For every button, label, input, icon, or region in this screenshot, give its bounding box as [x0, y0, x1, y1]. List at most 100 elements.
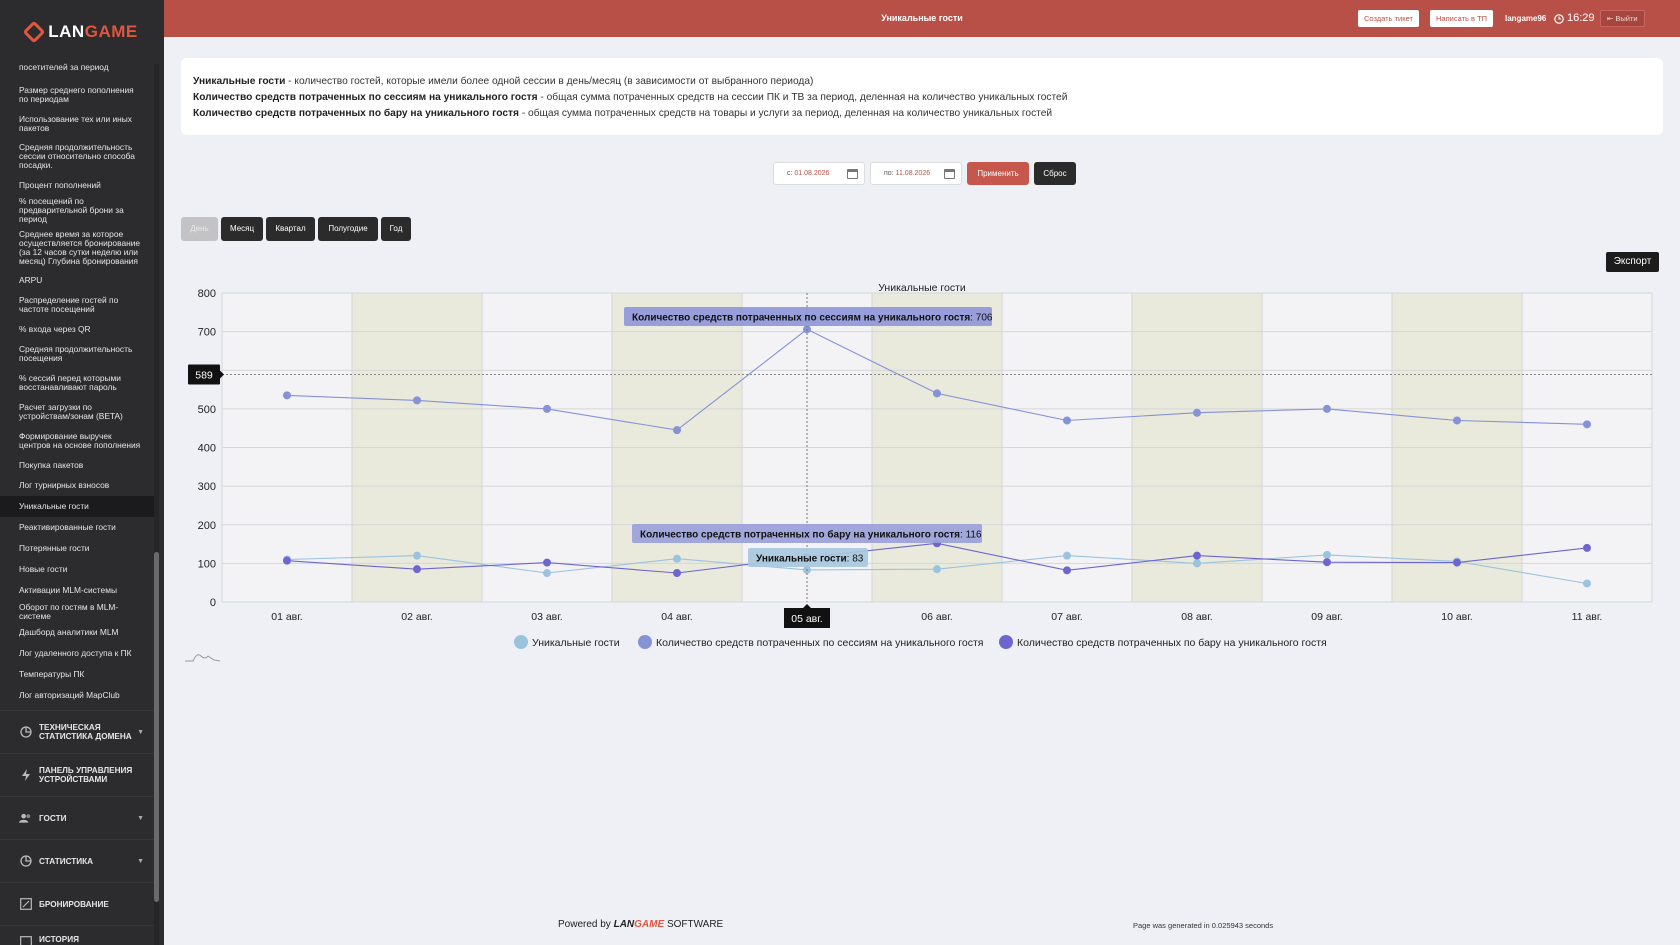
reset-button[interactable]: Сброс	[1034, 162, 1076, 185]
sidebar-section-booking[interactable]: БРОНИРОВАНИЕ	[0, 882, 154, 925]
sidebar-item-label: Температуры ПК	[19, 669, 85, 679]
sidebar-item[interactable]: Лог авторизаций MapClub	[0, 685, 154, 706]
y-tick-label: 100	[198, 558, 216, 570]
crosshair-value-arrow	[220, 370, 224, 379]
logo-icon	[22, 20, 46, 44]
export-button[interactable]: Экспорт	[1606, 252, 1659, 272]
date-from-field[interactable]: с: 01.08.2026	[773, 162, 865, 185]
data-point	[543, 404, 551, 413]
list-icon	[19, 935, 32, 945]
sidebar-item-label: Оборот по гостям в MLM-системе	[19, 601, 119, 621]
sidebar-item[interactable]: посетителей за период	[0, 60, 154, 74]
write-support-button[interactable]: Написать в ТП	[1430, 10, 1494, 27]
data-point	[1583, 420, 1591, 429]
sidebar-item-label: Покупка пакетов	[19, 459, 84, 470]
data-point	[543, 558, 551, 567]
data-point	[933, 389, 941, 398]
data-point	[413, 565, 421, 574]
sidebar-section-guests[interactable]: ГОСТИ ▼	[0, 796, 154, 839]
data-point	[413, 551, 421, 560]
apply-button[interactable]: Применить	[967, 162, 1029, 185]
sidebar-section-history[interactable]: ИСТОРИЯ	[0, 925, 154, 945]
data-point	[1583, 543, 1591, 552]
sidebar-item-label: Реактивированные гости	[19, 522, 116, 532]
sidebar-item[interactable]: Потерянные гости	[0, 538, 154, 559]
sidebar-item[interactable]: Оборот по гостям в MLM-системе	[0, 601, 154, 622]
sidebar-item[interactable]: Процент пополнений	[0, 175, 154, 196]
edit-icon	[19, 898, 32, 911]
create-ticket-button[interactable]: Создать тикет	[1358, 10, 1419, 27]
tooltip-text: Уникальные гости: 83	[756, 554, 864, 565]
tooltip-value: 83	[852, 554, 864, 565]
sidebar-item[interactable]: Расчет загрузки по устройствам/зонам (BE…	[0, 397, 154, 426]
sidebar-section-device-panel[interactable]: ПАНЕЛЬ УПРАВЛЕНИЯ УСТРОЙСТВАМИ	[0, 753, 154, 796]
data-point	[283, 555, 291, 564]
period-tab-year[interactable]: Год	[381, 217, 411, 241]
sidebar-item[interactable]: Уникальные гости	[0, 496, 154, 517]
x-tick-label: 05 авг.	[791, 611, 822, 623]
sidebar-item[interactable]: Средняя продолжительность посещения	[0, 339, 154, 368]
y-tick-label: 400	[198, 443, 216, 455]
legend-label: Количество средств потраченных по сессия…	[656, 637, 983, 649]
data-point	[1193, 408, 1201, 417]
series-line	[286, 554, 1588, 585]
period-tab-quarter[interactable]: Квартал	[266, 217, 315, 241]
tooltip-value: 116	[966, 530, 982, 541]
y-tick-label: 300	[198, 481, 216, 493]
tooltip-box	[748, 548, 868, 567]
sidebar-item[interactable]: Лог турнирных взносов	[0, 475, 154, 496]
logout-button[interactable]: ⇤ Выйти	[1600, 10, 1645, 27]
sidebar-item[interactable]: Покупка пакетов	[0, 455, 154, 475]
crosshair-value-box	[188, 364, 220, 385]
pie-chart-icon	[19, 855, 32, 868]
y-tick-label: 800	[198, 288, 216, 300]
data-point	[673, 426, 681, 435]
data-point	[673, 554, 681, 563]
data-point	[1063, 566, 1071, 575]
sidebar-item[interactable]: Формирование выручек центров на основе п…	[0, 426, 154, 455]
users-icon	[19, 812, 32, 825]
sidebar-item[interactable]: % входа через QR	[0, 319, 154, 339]
legend-label: Количество средств потраченных по бару н…	[1017, 637, 1327, 649]
sidebar-item[interactable]: ARPU	[0, 270, 154, 290]
sidebar-item[interactable]: Активации MLM-системы	[0, 580, 154, 601]
date-to-field[interactable]: по: 11.08.2026	[870, 162, 962, 185]
sidebar-item[interactable]: % посещений по предварительной брони за …	[0, 196, 154, 225]
sidebar-item-label: Средняя продолжительность посещения	[19, 343, 133, 363]
x-tick-label: 03 авг.	[531, 611, 562, 623]
sidebar-item[interactable]: Лог удаленного доступа к ПК	[0, 643, 154, 664]
period-tab-day[interactable]: День	[181, 217, 218, 241]
username[interactable]: langame96	[1505, 0, 1546, 37]
tooltip-series: Количество средств потраченных по сессия…	[632, 313, 970, 324]
sidebar-item[interactable]: Новые гости	[0, 559, 154, 580]
sidebar-item-label: Формирование выручек центров на основе п…	[19, 430, 141, 450]
logo[interactable]: LANGAME	[0, 0, 164, 64]
series-line	[286, 328, 1588, 431]
line-chart: 01 авг. 02 авг. 03 авг. 04 авг. 05 авг. 06 ав…	[185, 282, 1653, 662]
sidebar-item[interactable]: Распределение гостей по частоте посещени…	[0, 290, 154, 319]
sidebar-item[interactable]: Дашборд аналитики MLM	[0, 622, 154, 643]
sidebar-item[interactable]: Реактивированные гости	[0, 517, 154, 538]
sidebar-item-label: Потерянные гости	[19, 543, 90, 553]
sidebar-scrollbar-thumb[interactable]	[154, 552, 159, 902]
data-point	[803, 565, 811, 574]
sidebar-item[interactable]: Использование тех или иных пакетов	[0, 109, 154, 138]
sidebar-item-label: Процент пополнений	[19, 180, 101, 190]
series-line	[286, 542, 1588, 574]
calendar-icon[interactable]	[847, 169, 858, 179]
sidebar-section-tech-stats[interactable]: ТЕХНИЧЕСКАЯ СТАТИСТИКА ДОМЕНА ▼	[0, 710, 154, 753]
sidebar-item[interactable]: Средняя продолжительность сессии относит…	[0, 138, 154, 175]
sidebar-item[interactable]: % сессий перед которыми восстанавливают …	[0, 368, 154, 397]
sidebar-item-label: Лог авторизаций MapClub	[19, 690, 120, 700]
sidebar-item[interactable]: Температуры ПК	[0, 664, 154, 685]
period-tab-month[interactable]: Месяц	[221, 217, 263, 241]
plot-band	[872, 293, 1002, 602]
sidebar-section-statistics[interactable]: СТАТИСТИКА ▼	[0, 839, 154, 882]
period-tab-halfyear[interactable]: Полугодие	[318, 217, 378, 241]
sidebar-item-label: % посещений по предварительной брони за …	[19, 196, 124, 224]
data-point	[803, 325, 811, 334]
sidebar-item[interactable]: Среднее время за которое осуществляется …	[0, 225, 154, 270]
sidebar-item-label: Активации MLM-системы	[19, 585, 117, 595]
sidebar-item[interactable]: Размер среднего пополнения по периодам	[0, 80, 154, 109]
calendar-icon[interactable]	[944, 169, 955, 179]
